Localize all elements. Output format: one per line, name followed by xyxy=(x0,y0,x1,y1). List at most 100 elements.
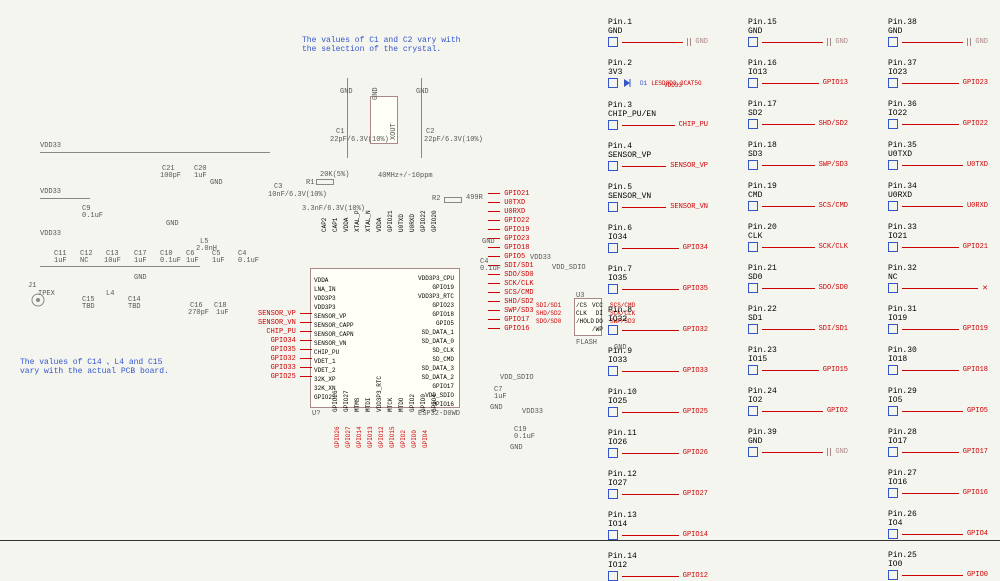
pin-Pin-22: Pin.22SD1SDI/SD1 xyxy=(748,305,848,334)
pin-Pin-6: Pin.6IO34GPIO34 xyxy=(608,224,708,253)
flash-lbl: FLASH xyxy=(576,339,597,347)
c1-val: 22pF/6.3V(10%) xyxy=(330,136,389,144)
l5-v: 2.0nH xyxy=(196,245,217,253)
vdd33-2: VDD33 xyxy=(40,188,61,196)
checkbox xyxy=(608,78,618,88)
checkbox xyxy=(888,529,898,539)
c5-v: 1uF xyxy=(212,257,225,265)
osc-freq: 40MHz+/-10ppm xyxy=(378,172,433,180)
pin-Pin-38: Pin.38GNDGND xyxy=(888,18,988,47)
checkbox xyxy=(888,119,898,129)
checkbox xyxy=(608,407,618,417)
checkbox xyxy=(748,242,758,252)
r1-ref: R1 xyxy=(306,179,314,187)
c18-v: 1uF xyxy=(216,309,229,317)
checkbox xyxy=(888,488,898,498)
pin-Pin-29: Pin.29IO5GPIO5 xyxy=(888,387,988,416)
right-nets: GPIO21 U0TXD U0RXD GPIO22 GPIO19 GPIO23 … xyxy=(488,190,534,334)
checkbox xyxy=(748,78,758,88)
pin-Pin-9: Pin.9IO33GPIO33 xyxy=(608,347,708,376)
pin-Pin-31: Pin.31IO19GPIO19 xyxy=(888,305,988,334)
ipex-conn xyxy=(30,292,46,308)
gnd-lr: GND xyxy=(510,444,523,452)
checkbox xyxy=(608,530,618,540)
chip-ref: U? xyxy=(312,410,320,418)
u3-ref: U3 xyxy=(576,292,584,300)
pin-Pin-26: Pin.26IO4GPIO4 xyxy=(888,510,988,539)
checkbox xyxy=(748,37,758,47)
checkbox xyxy=(608,202,618,212)
checkbox xyxy=(608,366,618,376)
c9-v: 0.1uF xyxy=(82,212,103,220)
left-nets: SENSOR_VP SENSOR_VN CHIP_PU GPIO34 GPIO3… xyxy=(258,310,312,382)
checkbox xyxy=(888,447,898,457)
checkbox xyxy=(748,447,758,457)
checkbox xyxy=(608,325,618,335)
chip-left-pins: VDDALNA_INVDD3P3VDD3P3SENSOR_VPSENSOR_CA… xyxy=(314,276,354,402)
gnd-r1: GND xyxy=(482,238,495,246)
r2-ref: R2 xyxy=(432,195,440,203)
pin-Pin-17: Pin.17SD2SHD/SD2 xyxy=(748,100,848,129)
pin-Pin-2: Pin.23V3D1LESD8D3.3CAT5GVDD33 xyxy=(608,59,708,89)
checkbox xyxy=(608,161,618,171)
checkbox xyxy=(888,78,898,88)
pin-Pin-12: Pin.12IO27GPIO27 xyxy=(608,470,708,499)
c15-v: TBD xyxy=(82,303,95,311)
c16-v: 270pF xyxy=(188,309,209,317)
r1-val: 20K(5%) xyxy=(320,171,349,179)
pin-table: Pin.1GNDGND Pin.23V3D1LESD8D3.3CAT5GVDD33… xyxy=(608,18,988,581)
pin-Pin-4: Pin.4SENSOR_VPSENSOR_VP xyxy=(608,142,708,171)
pin-Pin-28: Pin.28IO17GPIO17 xyxy=(888,428,988,457)
checkbox xyxy=(748,365,758,375)
c14-v: TBD xyxy=(128,303,141,311)
vdd33-3: VDD33 xyxy=(40,230,61,238)
c13-v: 10uF xyxy=(104,257,121,265)
vdd33-r: VDD33 xyxy=(530,254,551,262)
j1: J1 xyxy=(28,282,36,290)
pin-Pin-20: Pin.20CLKSCK/CLK xyxy=(748,223,848,252)
c2-val: 22pF/6.3V(10%) xyxy=(424,136,483,144)
pin-col-3: Pin.38GNDGNDPin.37IO23GPIO23Pin.36IO22GP… xyxy=(888,18,988,581)
c12-v: NC xyxy=(80,257,88,265)
vdd-sdio-2: VDD_SDIO xyxy=(500,374,534,382)
border-bottom xyxy=(0,540,1000,541)
gnd-d: GND xyxy=(134,274,147,282)
checkbox xyxy=(888,365,898,375)
pin-Pin-33: Pin.33IO21GPIO21 xyxy=(888,223,988,252)
c7-v: 1uF xyxy=(494,393,507,401)
flash-nets-left: SDI/SD1SHD/SD2SDO/SD0 xyxy=(536,302,561,326)
checkbox xyxy=(888,283,898,293)
gnd-top2: GND xyxy=(340,88,353,96)
checkbox xyxy=(748,119,758,129)
osc-pin-gnd: GND xyxy=(372,87,380,100)
checkbox xyxy=(608,37,618,47)
checkbox xyxy=(608,120,618,130)
checkbox xyxy=(608,284,618,294)
checkbox xyxy=(608,448,618,458)
r1 xyxy=(316,179,334,185)
pin-Pin-1: Pin.1GNDGND xyxy=(608,18,708,47)
vdd33-lr: VDD33 xyxy=(522,408,543,416)
checkbox xyxy=(748,406,758,416)
c4-v: 0.1uF xyxy=(238,257,259,265)
checkbox xyxy=(748,160,758,170)
pin-Pin-15: Pin.15GNDGND xyxy=(748,18,848,47)
checkbox xyxy=(888,570,898,580)
c6-v: 1uF xyxy=(186,257,199,265)
pin-Pin-32: Pin.32NC✕ xyxy=(888,264,988,293)
pin-Pin-14: Pin.14IO12GPIO12 xyxy=(608,552,708,581)
osc-pin-xout: XOUT xyxy=(390,123,398,140)
checkbox xyxy=(608,243,618,253)
pin-Pin-8: Pin.8IO32GPIO32 xyxy=(608,306,708,335)
checkbox xyxy=(888,406,898,416)
c17-v: 1uF xyxy=(134,257,147,265)
gnd-top: GND xyxy=(416,88,429,96)
checkbox xyxy=(608,489,618,499)
pin-col-2: Pin.15GNDGNDPin.16IO13GPIO13Pin.17SD2SHD… xyxy=(748,18,848,581)
pin-Pin-10: Pin.10IO25GPIO25 xyxy=(608,388,708,417)
pin-Pin-37: Pin.37IO23GPIO23 xyxy=(888,59,988,88)
checkbox xyxy=(888,160,898,170)
vdd-sdio: VDD_SDIO xyxy=(552,264,586,272)
r2 xyxy=(444,197,462,203)
checkbox xyxy=(888,37,898,47)
